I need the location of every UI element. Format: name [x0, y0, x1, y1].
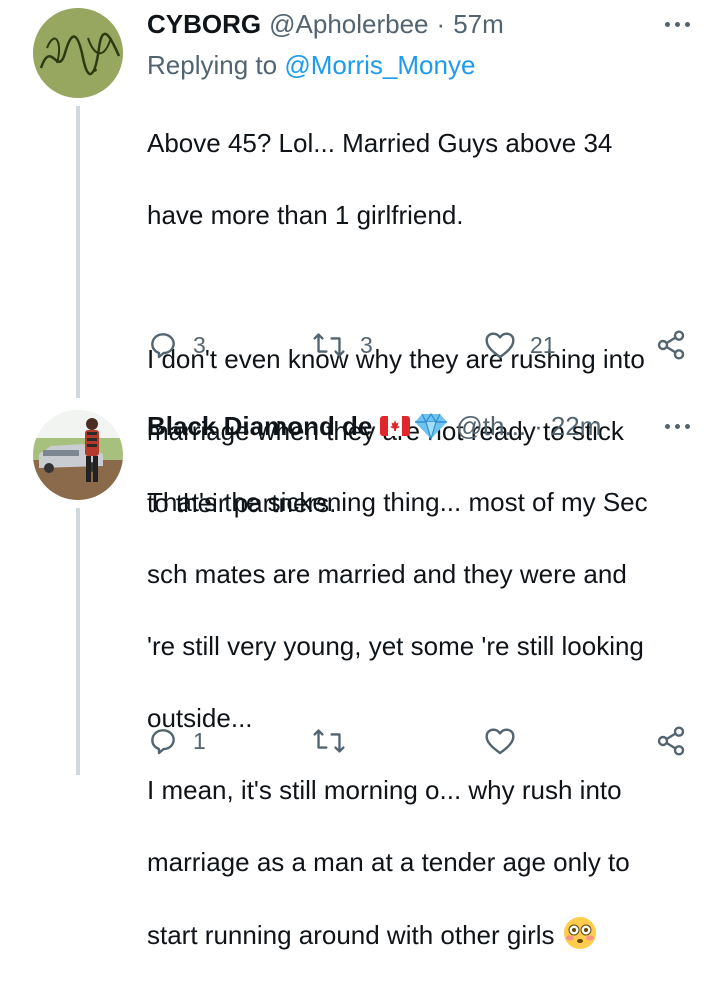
user-handle[interactable]: @th...: [456, 411, 526, 442]
text-line: marriage as a man at a tender age only t…: [147, 847, 630, 877]
display-name[interactable]: CYBORG: [147, 9, 261, 40]
avatar[interactable]: [33, 410, 123, 500]
mention-link[interactable]: @Morris_Monye: [284, 50, 475, 80]
replying-to: Replying to @Morris_Monye: [147, 50, 475, 81]
text-line: start running around with other girls: [147, 916, 692, 953]
action-bar: 1: [147, 721, 692, 761]
tweet-black-diamond[interactable]: Black Diamond de @th... · 22m That's the…: [0, 400, 720, 950]
retweet-icon: [313, 729, 345, 753]
text-line: have more than 1 girlfriend.: [147, 200, 464, 230]
share-icon: [657, 330, 685, 360]
thread-line: [76, 508, 80, 775]
more-options-icon[interactable]: [665, 5, 690, 43]
retweet-icon: [313, 333, 345, 357]
tweet-cyborg[interactable]: CYBORG @Apholerbee · 57m Replying to @Mo…: [0, 0, 720, 518]
reply-count: 1: [193, 727, 206, 754]
reply-count: 3: [193, 331, 206, 358]
text-line: That's the sickening thing... most of my…: [147, 487, 648, 517]
text-line-content: start running around with other girls: [147, 920, 555, 950]
canada-flag-icon: [380, 416, 411, 436]
share-button[interactable]: [655, 721, 687, 761]
text-line: Above 45? Lol... Married Guys above 34: [147, 128, 613, 158]
user-handle[interactable]: @Apholerbee: [269, 9, 428, 40]
action-bar: 3 3 21: [147, 325, 692, 365]
heart-icon: [485, 728, 515, 755]
tweet-header: CYBORG @Apholerbee · 57m: [147, 5, 690, 43]
like-button[interactable]: 21: [484, 325, 556, 365]
tweet-text: That's the sickening thing... most of my…: [147, 448, 692, 989]
retweet-button[interactable]: 3: [312, 325, 373, 365]
reply-button[interactable]: 3: [147, 325, 206, 365]
separator-dot: ·: [534, 410, 543, 441]
retweet-count: 3: [360, 331, 373, 358]
thread-line: [76, 106, 80, 398]
retweet-button[interactable]: [312, 721, 346, 761]
person-with-car-avatar-image: [33, 410, 123, 500]
heart-icon: [485, 332, 515, 359]
reply-button[interactable]: 1: [147, 721, 206, 761]
text-line: [147, 269, 692, 305]
more-options-icon[interactable]: [665, 407, 690, 445]
signature-avatar-image: [33, 8, 123, 98]
timestamp[interactable]: 57m: [453, 9, 504, 40]
reply-icon: [151, 729, 175, 755]
replying-prefix: Replying to: [147, 50, 285, 80]
like-button[interactable]: [484, 721, 516, 761]
text-line: 're still very young, yet some 're still…: [147, 631, 644, 661]
display-name[interactable]: Black Diamond de: [147, 411, 372, 442]
flushed-face-icon: [563, 917, 596, 949]
share-icon: [657, 726, 685, 756]
timestamp[interactable]: 22m: [551, 411, 602, 442]
tweet-header: Black Diamond de @th... · 22m: [147, 407, 690, 445]
reply-icon: [151, 333, 175, 359]
text-line: I mean, it's still morning o... why rush…: [147, 775, 622, 805]
gem-icon: [415, 412, 448, 441]
share-button[interactable]: [655, 325, 687, 365]
text-line: sch mates are married and they were and: [147, 559, 627, 589]
separator-dot: ·: [436, 8, 446, 39]
like-count: 21: [530, 331, 556, 358]
avatar[interactable]: [33, 8, 123, 98]
